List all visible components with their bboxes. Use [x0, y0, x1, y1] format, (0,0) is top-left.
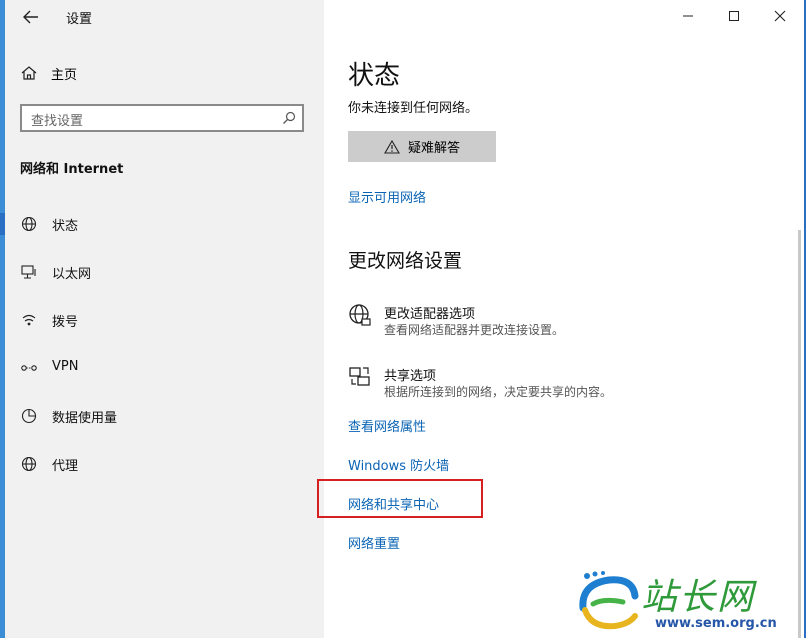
connection-status-text: 你未连接到任何网络。	[348, 101, 479, 116]
option-title: 共享选项	[384, 369, 437, 384]
maximize-icon	[729, 11, 739, 21]
sidebar: 设置 主页 查找设置 网络和 Internet 状态 以太网 拨号 VPN 数据…	[0, 0, 324, 638]
main-panel: 状态 你未连接到任何网络。 疑难解答 显示可用网络 更改网络设置 更改适配器选项…	[317, 0, 806, 638]
network-sharing-center-link[interactable]: 网络和共享中心	[348, 494, 439, 513]
sharing-icon	[349, 367, 370, 386]
sidebar-item-label: 数据使用量	[52, 411, 118, 426]
maximize-button[interactable]	[711, 0, 757, 32]
watermark-logo-icon	[579, 571, 639, 630]
sidebar-item-ethernet[interactable]: 以太网	[5, 257, 324, 287]
sidebar-item-label: 拨号	[52, 315, 79, 330]
option-description: 根据所连接到的网络，决定要共享的内容。	[384, 385, 613, 399]
vpn-icon	[21, 365, 37, 371]
sidebar-item-label: 以太网	[52, 267, 92, 282]
sidebar-item-label: 代理	[52, 459, 79, 474]
sidebar-item-label: 状态	[52, 219, 79, 234]
search-placeholder: 查找设置	[31, 114, 84, 129]
troubleshoot-button[interactable]: 疑难解答	[348, 131, 496, 162]
show-available-networks-link[interactable]: 显示可用网络	[348, 187, 426, 206]
warning-icon	[384, 139, 400, 154]
minimize-icon	[683, 15, 693, 17]
sidebar-item-data-usage[interactable]: 数据使用量	[5, 401, 324, 431]
option-title: 更改适配器选项	[384, 307, 476, 322]
sidebar-item-vpn[interactable]: VPN	[5, 353, 324, 383]
dialup-icon	[22, 314, 36, 326]
home-label: 主页	[51, 67, 78, 83]
home-icon	[21, 66, 37, 80]
option-description: 查看网络适配器并更改连接设置。	[384, 323, 565, 337]
network-properties-link[interactable]: 查看网络属性	[348, 416, 426, 435]
watermark-name: 站长网	[641, 577, 756, 618]
section-title: 网络和 Internet	[20, 162, 124, 177]
globe-icon	[21, 216, 37, 232]
network-reset-link[interactable]: 网络重置	[348, 533, 400, 552]
back-button[interactable]	[17, 4, 45, 30]
search-box[interactable]: 查找设置	[20, 104, 304, 132]
adapter-globe-icon	[349, 304, 371, 326]
globe-icon	[21, 456, 37, 472]
arrow-left-icon	[23, 10, 38, 24]
watermark: 站长网 www.sem.org.cn	[575, 570, 803, 636]
data-usage-icon	[21, 408, 37, 424]
minimize-button[interactable]	[665, 0, 711, 32]
search-icon	[283, 111, 296, 124]
ethernet-icon	[21, 265, 36, 279]
home-nav[interactable]: 主页	[21, 62, 77, 84]
sharing-options[interactable]: 共享选项 根据所连接到的网络，决定要共享的内容。	[348, 365, 788, 409]
close-icon	[774, 10, 786, 22]
sidebar-item-label: VPN	[52, 359, 79, 374]
watermark-url: www.sem.org.cn	[655, 616, 777, 631]
change-settings-heading: 更改网络设置	[348, 250, 463, 272]
change-adapter-options[interactable]: 更改适配器选项 查看网络适配器并更改连接设置。	[348, 303, 788, 347]
sidebar-item-dialup[interactable]: 拨号	[5, 305, 324, 335]
page-title: 状态	[348, 61, 401, 91]
troubleshoot-label: 疑难解答	[407, 141, 460, 156]
windows-firewall-link[interactable]: Windows 防火墙	[348, 455, 449, 474]
close-button[interactable]	[757, 0, 803, 32]
sidebar-item-proxy[interactable]: 代理	[5, 449, 324, 479]
sidebar-item-status[interactable]: 状态	[0, 209, 324, 239]
window-title: 设置	[66, 12, 93, 27]
